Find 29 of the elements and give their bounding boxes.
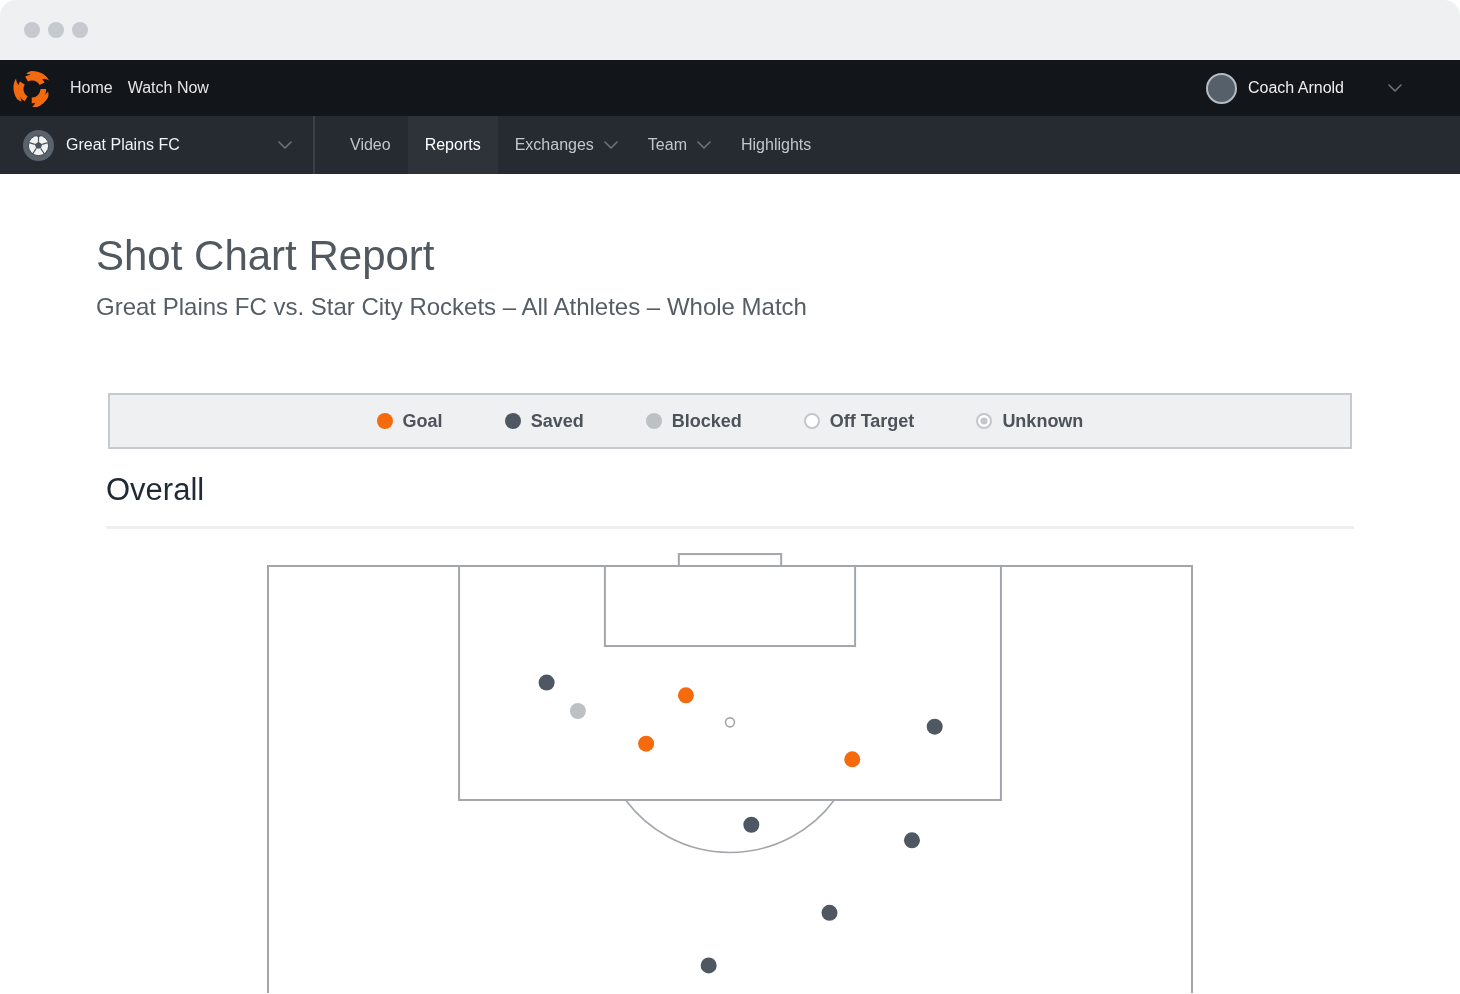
chevron-down-icon bbox=[696, 141, 711, 149]
swirl-logo-icon bbox=[13, 69, 51, 107]
legend-label: Off Target bbox=[829, 410, 915, 432]
user-menu[interactable]: Coach Arnold bbox=[1205, 72, 1402, 104]
window-dot-icon bbox=[24, 22, 40, 38]
team-selector[interactable]: Great Plains FC bbox=[0, 116, 315, 174]
avatar-icon bbox=[1205, 72, 1237, 104]
soccer-ball-icon bbox=[23, 129, 54, 161]
team-name: Great Plains FC bbox=[66, 136, 180, 154]
legend-label: Goal bbox=[402, 410, 443, 432]
nav-tab[interactable]: Exchanges bbox=[497, 116, 631, 174]
page-title: Shot Chart Report bbox=[96, 231, 436, 281]
nav-link[interactable]: Watch Now bbox=[127, 79, 209, 97]
legend-label: Blocked bbox=[671, 410, 742, 432]
window-dot-icon bbox=[72, 22, 88, 38]
nav-link[interactable]: Home bbox=[70, 79, 113, 97]
section-heading: Overall bbox=[106, 471, 206, 509]
page-subtitle: Great Plains FC vs. Star City Rockets – All Athletes – Whole Match bbox=[96, 292, 808, 322]
user-name: Coach Arnold bbox=[1247, 79, 1344, 97]
nav-tab[interactable]: Highlights bbox=[723, 116, 829, 174]
legend-label: Unknown bbox=[1002, 410, 1084, 432]
nav-tab[interactable]: Video bbox=[333, 116, 408, 174]
legend-label: Saved bbox=[530, 410, 584, 432]
nav-tab[interactable]: Reports bbox=[407, 116, 498, 174]
window-dot-icon bbox=[48, 22, 64, 38]
chevron-down-icon bbox=[1388, 84, 1402, 92]
chevron-down-icon bbox=[603, 141, 618, 149]
nav-tab[interactable]: Team bbox=[630, 116, 724, 174]
chevron-down-icon bbox=[278, 141, 292, 149]
